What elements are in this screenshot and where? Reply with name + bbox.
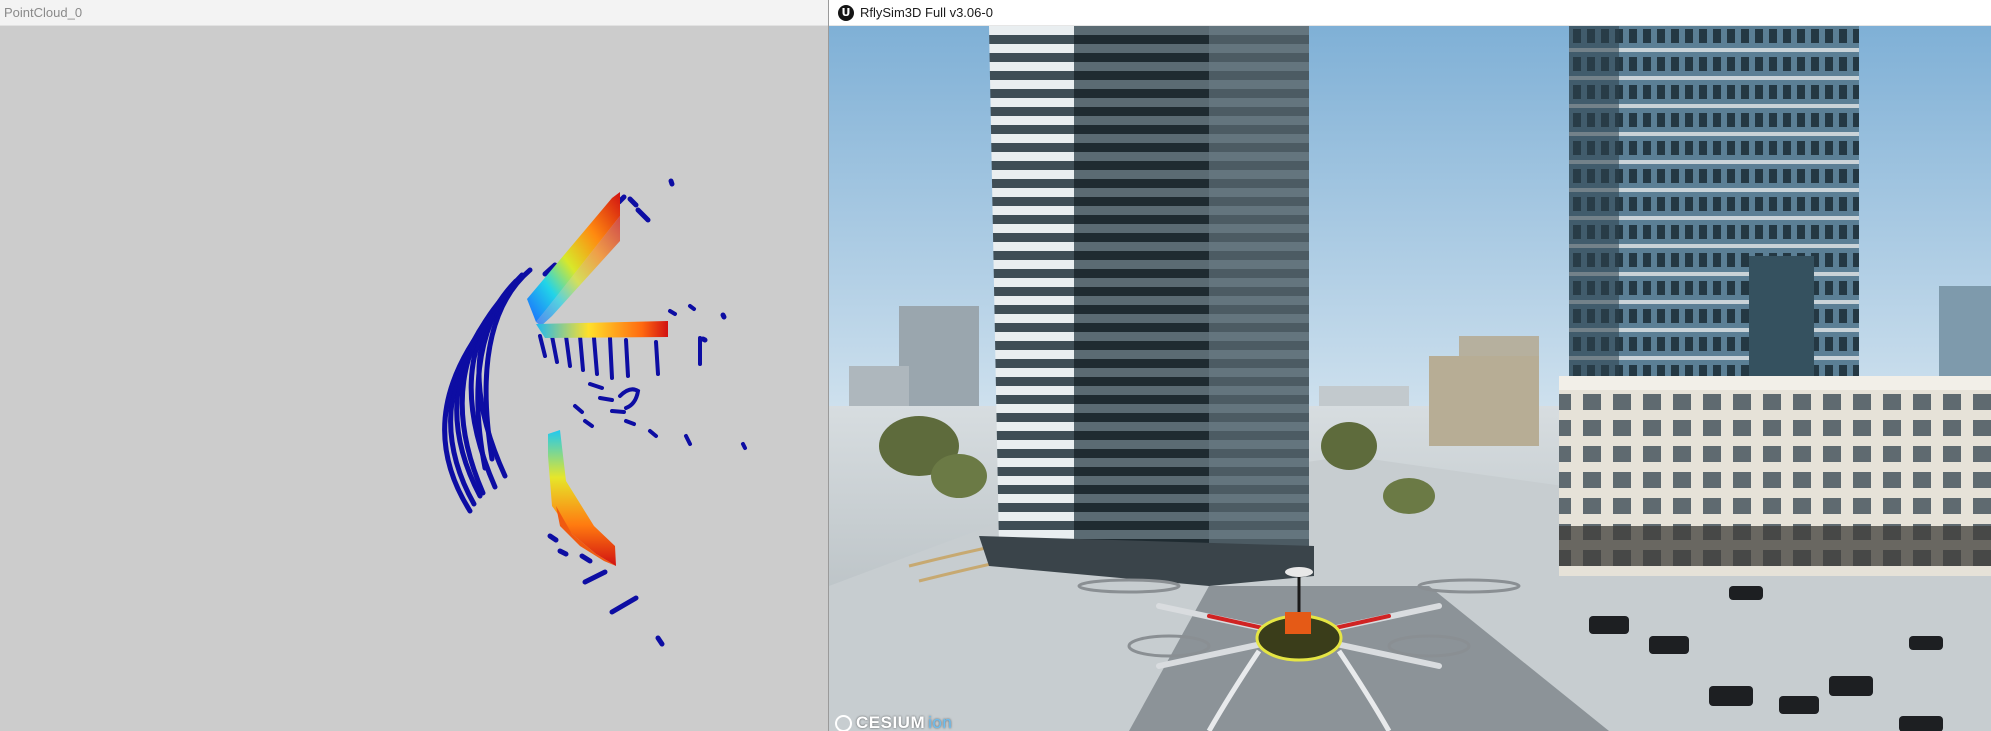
rflysim-window[interactable]: U RflySim3D Full v3.06-0 CESIUM ion: [829, 0, 1991, 731]
unreal-engine-logo-icon: U: [838, 4, 854, 21]
rflysim-3d-viewport[interactable]: CESIUM ion: [829, 26, 1991, 731]
lidar-spokes: [538, 304, 702, 380]
cesium-brand: CESIUM: [856, 713, 926, 731]
rflysim-title: RflySim3D Full v3.06-0: [860, 5, 993, 20]
lidar-near-returns: [527, 192, 668, 566]
pointcloud-view[interactable]: [0, 26, 829, 731]
cesium-ion-watermark: CESIUM ion: [835, 713, 952, 731]
pointcloud-title: PointCloud_0: [4, 5, 83, 20]
right-tower: [1569, 26, 1859, 386]
cesium-ion: ion: [928, 713, 953, 731]
pointcloud-titlebar[interactable]: PointCloud_0: [0, 0, 829, 26]
left-tower: [979, 26, 1314, 586]
pointcloud-window[interactable]: PointCloud_0: [0, 0, 829, 731]
lidar-scan-rings: [442, 267, 533, 514]
cesium-logo-icon: [835, 714, 852, 731]
rflysim-titlebar[interactable]: U RflySim3D Full v3.06-0: [829, 0, 1991, 26]
lidar-cluster: [573, 382, 747, 450]
pointcloud-canvas: [442, 178, 747, 647]
city-scene: [829, 26, 1991, 731]
